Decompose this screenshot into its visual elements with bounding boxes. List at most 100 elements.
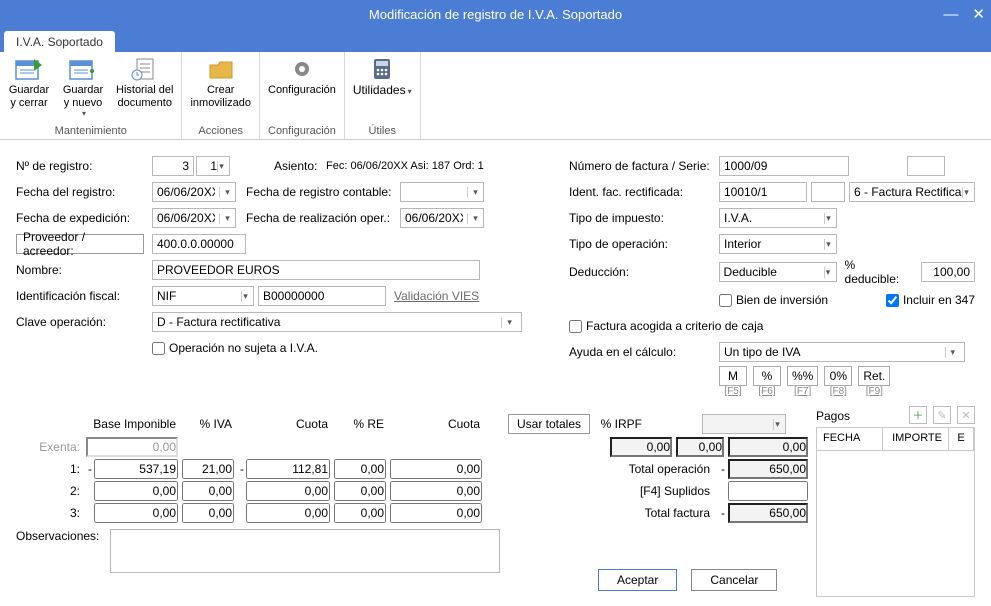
- incluir-347-check[interactable]: Incluir en 347: [886, 293, 975, 307]
- asiento-value: Fec: 06/06/20XX Asi: 187 Ord: 1: [326, 160, 484, 172]
- label-suplidos[interactable]: [F4] Suplidos: [598, 484, 718, 498]
- label-deduccion: Deducción:: [569, 265, 719, 279]
- tipo-operacion-select[interactable]: ▾: [719, 234, 837, 254]
- ident-fiscal-num[interactable]: [258, 286, 386, 306]
- validacion-vies-link[interactable]: Validación VIES: [394, 289, 479, 303]
- aceptar-button[interactable]: Aceptar: [598, 569, 677, 591]
- tab-iva-soportado[interactable]: I.V.A. Soportado: [4, 31, 115, 52]
- n-registro-sub[interactable]: ▾: [196, 156, 230, 176]
- history-icon: [129, 56, 161, 82]
- r1-re[interactable]: [334, 459, 386, 479]
- r2-cuota2[interactable]: [390, 481, 482, 501]
- add-pago-icon[interactable]: ＋: [909, 406, 927, 424]
- irpf-a: [610, 437, 672, 457]
- proveedor-button[interactable]: Proveedor / acreedor:: [16, 234, 144, 254]
- row-1: 1:: [16, 462, 86, 476]
- nombre-input[interactable]: [152, 260, 480, 280]
- btn-0pct[interactable]: 0%: [824, 366, 852, 386]
- total-fact: [728, 503, 808, 523]
- r1-cuota[interactable]: [246, 459, 330, 479]
- fecha-realiz-input[interactable]: ▾: [400, 208, 484, 228]
- historial-button[interactable]: Historial del documento: [110, 52, 179, 111]
- btn-ret[interactable]: Ret.: [858, 366, 890, 386]
- r2-base[interactable]: [94, 481, 178, 501]
- deduccion-select[interactable]: ▾: [719, 262, 837, 282]
- row-2: 2:: [16, 484, 86, 498]
- r1-iva[interactable]: [182, 459, 234, 479]
- op-no-sujeta-check[interactable]: Operación no sujeta a I.V.A.: [152, 341, 318, 355]
- calculator-icon: [366, 56, 398, 82]
- label-tipo-operacion: Tipo de operación:: [569, 237, 719, 251]
- ribbon-group-configuracion: Configuración: [262, 123, 342, 139]
- usar-totales-button[interactable]: Usar totales: [508, 414, 590, 434]
- guardar-cerrar-button[interactable]: Guardar y cerrar: [2, 52, 56, 111]
- configuracion-button[interactable]: Configuración: [262, 52, 342, 99]
- r3-re[interactable]: [334, 503, 386, 523]
- col-base: Base Imponible: [86, 417, 182, 431]
- pagos-table-body[interactable]: [816, 451, 975, 597]
- titlebar: Modificación de registro de I.V.A. Sopor…: [0, 0, 991, 28]
- crear-inmovilizado-button[interactable]: Crear inmovilizado: [184, 52, 257, 111]
- ribbon-group-acciones: Acciones: [184, 123, 257, 139]
- label-fecha-realiz: Fecha de realización oper.:: [246, 211, 400, 225]
- clave-op-select[interactable]: ▾: [152, 312, 522, 332]
- r3-base[interactable]: [94, 503, 178, 523]
- irpf-combo[interactable]: ▾: [702, 414, 786, 434]
- label-ident-fiscal: Identificación fiscal:: [16, 289, 152, 303]
- tabstrip: I.V.A. Soportado: [0, 28, 991, 52]
- col-irpf: % IRPF: [598, 417, 648, 431]
- ident-rect-input[interactable]: [719, 182, 807, 202]
- save-close-icon: [13, 56, 45, 82]
- r3-cuota2[interactable]: [390, 503, 482, 523]
- factura-caja-check[interactable]: Factura acogida a criterio de caja: [569, 319, 763, 333]
- r3-iva[interactable]: [182, 503, 234, 523]
- ribbon-group-mantenimiento: Mantenimiento: [2, 123, 179, 139]
- ident-rect-serie[interactable]: [811, 182, 845, 202]
- pct-deducible-input[interactable]: [921, 262, 975, 282]
- cancelar-button[interactable]: Cancelar: [691, 569, 777, 591]
- row-3: 3:: [16, 506, 86, 520]
- r2-re[interactable]: [334, 481, 386, 501]
- r1-base[interactable]: [94, 459, 178, 479]
- r2-iva[interactable]: [182, 481, 234, 501]
- delete-pago-icon[interactable]: ✕: [957, 406, 975, 424]
- btn-pct[interactable]: %: [753, 366, 781, 386]
- num-factura-input[interactable]: [719, 156, 849, 176]
- r2-cuota[interactable]: [246, 481, 330, 501]
- label-nombre: Nombre:: [16, 263, 152, 277]
- chevron-down-icon[interactable]: ▾: [408, 87, 412, 96]
- close-icon[interactable]: ✕: [972, 5, 985, 23]
- chevron-down-icon[interactable]: ▾: [82, 109, 86, 118]
- guardar-nuevo-button[interactable]: Guardar y nuevo▾: [56, 52, 110, 120]
- fecha-registro-input[interactable]: ▾: [152, 182, 236, 202]
- edit-pago-icon[interactable]: ✎: [933, 406, 951, 424]
- bien-inversion-check[interactable]: Bien de inversión: [719, 293, 828, 307]
- suplidos-input[interactable]: [728, 481, 808, 501]
- n-registro-input[interactable]: [152, 156, 194, 176]
- r1-cuota2[interactable]: [390, 459, 482, 479]
- observaciones-input[interactable]: [110, 529, 500, 573]
- fecha-reg-cont-input[interactable]: ▾: [400, 182, 484, 202]
- tipo-impuesto-select[interactable]: ▾: [719, 208, 837, 228]
- label-ayuda-calculo: Ayuda en el cálculo:: [569, 345, 719, 359]
- fecha-expedicion-input[interactable]: ▾: [152, 208, 236, 228]
- pagos-table-header: FECHA IMPORTE E: [816, 427, 975, 451]
- utilidades-button[interactable]: Utilidades▾: [347, 52, 418, 100]
- label-ident-rect: Ident. fac. rectificada:: [569, 185, 719, 199]
- ayuda-calculo-select[interactable]: ▾: [719, 342, 965, 362]
- minimize-icon[interactable]: —: [943, 6, 958, 23]
- btn-m[interactable]: M: [719, 366, 747, 386]
- irpf-c: [728, 437, 808, 457]
- r3-cuota[interactable]: [246, 503, 330, 523]
- rect-tipo-select[interactable]: ▾: [849, 182, 975, 202]
- save-new-icon: [67, 56, 99, 82]
- label-clave-op: Clave operación:: [16, 315, 152, 329]
- proveedor-input[interactable]: [152, 234, 246, 254]
- label-fecha-registro: Fecha del registro:: [16, 185, 152, 199]
- label-fecha-expedicion: Fecha de expedición:: [16, 211, 152, 225]
- label-total-fact: Total factura: [598, 506, 718, 520]
- btn-pctpct[interactable]: %%: [787, 366, 818, 386]
- ident-fiscal-tipo[interactable]: ▾: [152, 286, 254, 306]
- irpf-b: [676, 437, 724, 457]
- serie-input[interactable]: [907, 156, 945, 176]
